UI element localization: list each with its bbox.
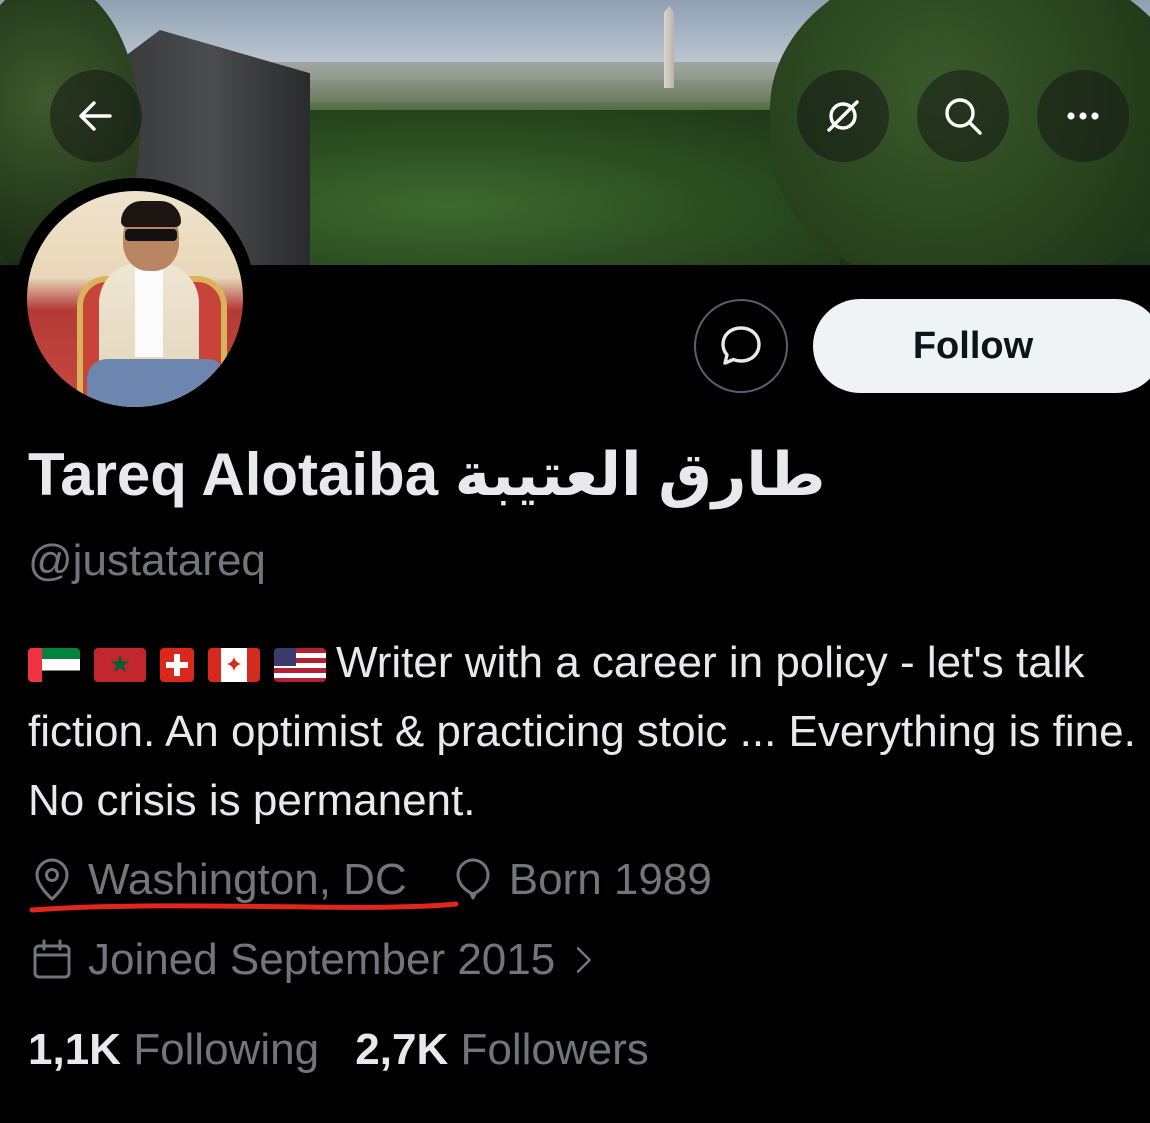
user-handle: @justatareq [28, 536, 266, 585]
followers-label: Followers [460, 1025, 649, 1074]
bio-flags [28, 648, 326, 683]
calendar-icon [33, 939, 71, 979]
more-icon [1067, 112, 1099, 120]
following-link[interactable]: 1,1K Following [28, 1025, 331, 1074]
follow-stats: 1,1K Following 2,7K Followers [28, 1025, 649, 1075]
born-text: Born 1989 [508, 855, 712, 904]
search-button[interactable] [917, 70, 1009, 162]
followers-link[interactable]: 2,7K Followers [355, 1025, 648, 1074]
back-button[interactable] [50, 70, 142, 162]
chevron-right-icon [576, 947, 592, 973]
following-count: 1,1K [28, 1025, 121, 1074]
following-label: Following [133, 1025, 320, 1074]
avatar-photo [27, 191, 243, 407]
canada-flag-icon [208, 648, 260, 683]
switzerland-flag-icon [160, 648, 194, 683]
usa-flag-icon [274, 648, 326, 683]
back-arrow-icon [79, 101, 112, 131]
uae-flag-icon [28, 648, 80, 683]
joined-row[interactable]: Joined September 2015 [28, 935, 615, 985]
grok-button[interactable] [797, 70, 889, 162]
balloon-icon [456, 858, 490, 900]
followers-count: 2,7K [355, 1025, 449, 1074]
red-underline-annotation [29, 901, 459, 913]
joined-text: Joined September 2015 [88, 935, 556, 984]
search-icon [945, 98, 982, 135]
avatar[interactable] [14, 178, 256, 420]
follow-button[interactable]: Follow [813, 299, 1150, 393]
message-button[interactable] [694, 299, 788, 393]
location-pin-icon [35, 858, 69, 901]
display-name: Tareq Alotaiba طارق العتيبة [28, 441, 826, 508]
more-button[interactable] [1037, 70, 1129, 162]
bio: Writer with a career in policy - let's t… [28, 628, 1143, 835]
grok-icon [827, 100, 859, 132]
morocco-flag-icon [94, 648, 146, 683]
message-bubble-icon [721, 326, 761, 365]
